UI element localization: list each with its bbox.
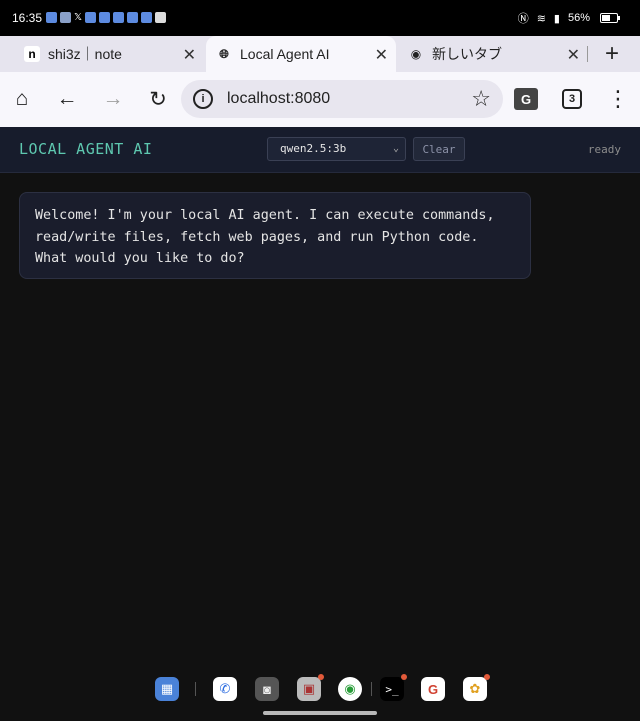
calendar-icon: [141, 12, 153, 23]
gear-icon: [99, 12, 111, 23]
note-favicon-icon: n: [24, 46, 40, 62]
x-icon: 𝕏: [74, 12, 83, 23]
home-button[interactable]: ⌂: [9, 86, 35, 112]
app-title: LOCAL AGENT AI: [19, 140, 153, 158]
tab-switcher-button[interactable]: 3: [562, 89, 582, 109]
status-text: ready: [587, 143, 621, 156]
forward-button[interactable]: →: [100, 86, 126, 112]
close-icon[interactable]: ✕: [567, 45, 580, 65]
status-bar: 16:35 𝕏 Ⓝ ≋ ▮ 56%: [0, 0, 640, 36]
app-header: LOCAL AGENT AI qwen2.5:3b ⌄ Clear ready: [0, 127, 640, 173]
tab-title: 新しいタブ: [432, 46, 502, 62]
apps-icon[interactable]: ▦: [155, 677, 179, 701]
gesture-home-bar[interactable]: [263, 711, 377, 715]
battery-percent: 56%: [567, 12, 590, 24]
dock-divider: [195, 682, 196, 696]
close-icon[interactable]: ✕: [375, 45, 388, 65]
tab-note[interactable]: n shi3z｜note ✕: [14, 36, 204, 72]
info-icon[interactable]: i: [193, 89, 213, 109]
message-text: Welcome! I'm your local AI agent. I can …: [35, 208, 495, 266]
nfc-icon: Ⓝ: [517, 13, 529, 25]
phone-icon: [127, 12, 139, 23]
bookmark-star-icon[interactable]: ☆: [471, 86, 491, 112]
status-time: 16:35: [12, 11, 43, 25]
translate-icon[interactable]: G: [514, 88, 538, 110]
url-text[interactable]: localhost:8080: [227, 90, 330, 108]
more-menu-icon[interactable]: ⋮: [607, 86, 629, 112]
phone-icon[interactable]: ✆: [213, 677, 237, 701]
camera-icon[interactable]: ◙: [255, 677, 279, 701]
reload-button[interactable]: ↻: [145, 86, 171, 112]
store-icon[interactable]: ▣: [297, 674, 324, 701]
wifi-icon: ≋: [536, 12, 546, 25]
notification-icons: 𝕏: [46, 12, 167, 23]
globe-icon: 🌐︎: [219, 46, 229, 61]
tab-title: Local Agent AI: [240, 46, 330, 62]
terminal-icon[interactable]: >_: [380, 674, 407, 701]
tab-local-agent-ai[interactable]: 🌐︎ Local Agent AI ✕: [206, 36, 396, 72]
model-selected-value: qwen2.5:3b: [280, 142, 347, 155]
close-icon[interactable]: ✕: [183, 45, 196, 65]
model-select[interactable]: qwen2.5:3b ⌄: [267, 137, 406, 161]
browser-toolbar: ⌂ ← → ↻ i localhost:8080 ☆ G 3 ⋮: [0, 72, 640, 127]
chrome-icon[interactable]: ◉: [338, 677, 362, 701]
dock-divider: [371, 682, 372, 696]
battery-icon: [600, 13, 620, 23]
address-bar[interactable]: i localhost:8080 ☆: [181, 80, 503, 118]
chat-icon: [113, 12, 125, 23]
tab-strip: n shi3z｜note ✕ 🌐︎ Local Agent AI ✕ ◉ 新しい…: [0, 36, 640, 72]
tab-divider: [587, 46, 588, 62]
chrome-icon: ◉: [410, 47, 422, 61]
tab-new-tab[interactable]: ◉ 新しいタブ ✕: [398, 36, 588, 72]
signal-icon: ▮: [553, 12, 560, 25]
clear-button[interactable]: Clear: [413, 137, 465, 161]
tab-title: shi3z｜note: [48, 46, 122, 62]
new-tab-button[interactable]: +: [605, 40, 619, 68]
chevron-down-icon: ⌄: [392, 143, 399, 154]
shop-icon: [60, 12, 71, 23]
square-icon: [155, 12, 167, 23]
system-indicators: Ⓝ ≋ ▮ 56%: [518, 10, 590, 26]
google-icon[interactable]: G: [421, 677, 445, 701]
link-icon: [46, 12, 57, 23]
chat-area: Welcome! I'm your local AI agent. I can …: [0, 174, 640, 664]
photos-icon[interactable]: ✿: [463, 674, 490, 701]
snowflake-icon: [85, 12, 97, 23]
app-dock: ▦ ✆ ◙ ▣ ◉ >_ G ✿: [0, 664, 640, 721]
back-button[interactable]: ←: [54, 86, 80, 112]
assistant-message: Welcome! I'm your local AI agent. I can …: [19, 192, 531, 279]
